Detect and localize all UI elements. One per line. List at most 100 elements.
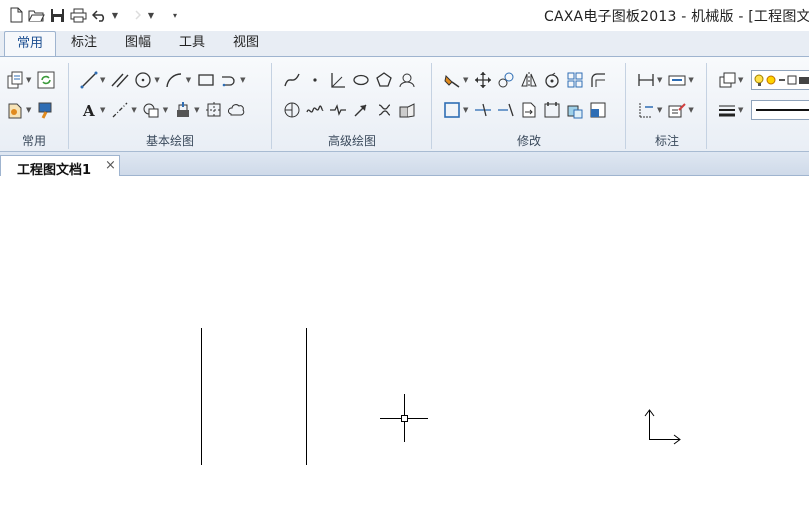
arrow-icon[interactable] [350, 99, 371, 120]
properties-icon[interactable] [4, 69, 25, 90]
centerline-dropdown-arrow[interactable]: ▼ [131, 106, 136, 114]
tab-tools[interactable]: 工具 [168, 31, 216, 55]
polygon-icon[interactable] [373, 69, 394, 90]
explode-icon[interactable] [564, 99, 585, 120]
group-basic-draw: ▼ ▼ ▼ ▼ A ▼ ▼ ▼ ▼ 基本绘图 [70, 57, 270, 151]
group-divider [625, 63, 626, 149]
angle-line-icon[interactable] [327, 69, 348, 90]
dimension-icon[interactable] [635, 69, 656, 90]
tab-drawing-frame[interactable]: 图幅 [114, 31, 162, 55]
stretch-icon[interactable] [518, 99, 539, 120]
line-weight-dropdown-arrow[interactable]: ▼ [738, 106, 743, 114]
text-icon[interactable]: A [78, 99, 99, 120]
polyline-dropdown-arrow[interactable]: ▼ [240, 76, 245, 84]
array-icon[interactable] [564, 69, 585, 90]
fillet-icon[interactable] [587, 69, 608, 90]
break-icon[interactable] [541, 99, 562, 120]
undo-icon[interactable] [90, 5, 109, 25]
format-brush-icon[interactable] [35, 99, 56, 120]
extend-icon[interactable] [495, 99, 516, 120]
block-icon[interactable] [172, 99, 193, 120]
rectangle-icon[interactable] [195, 69, 216, 90]
boundary-icon[interactable] [204, 99, 225, 120]
undo-dropdown-arrow[interactable]: ▼ [111, 11, 119, 20]
delete-eraser-icon[interactable] [441, 69, 462, 90]
group-divider [68, 63, 69, 149]
move-icon[interactable] [472, 69, 493, 90]
ellipse-icon[interactable] [350, 69, 371, 90]
centerline-icon[interactable] [109, 99, 130, 120]
tab-annotate[interactable]: 标注 [60, 31, 108, 55]
layer-manager-dropdown-arrow[interactable]: ▼ [738, 76, 743, 84]
redo-icon[interactable] [121, 5, 145, 25]
properties-dropdown-arrow[interactable]: ▼ [26, 76, 31, 84]
arc-dropdown-arrow[interactable]: ▼ [186, 76, 191, 84]
text-dropdown-arrow[interactable]: ▼ [100, 106, 105, 114]
layer-manager-icon[interactable] [716, 69, 737, 90]
center-mark-icon[interactable] [396, 69, 417, 90]
dimension-style-icon[interactable] [666, 69, 687, 90]
select-dropdown-arrow[interactable]: ▼ [463, 106, 468, 114]
group-divider [271, 63, 272, 149]
block-dropdown-arrow[interactable]: ▼ [194, 106, 199, 114]
group-common: ▼ ▼ 常用 [0, 57, 68, 151]
select-window-icon[interactable] [441, 99, 462, 120]
document-tab-strip: 工程图文档1 × [0, 152, 809, 178]
delete-dropdown-arrow[interactable]: ▼ [463, 76, 468, 84]
coordinate-dimension-dropdown-arrow[interactable]: ▼ [657, 106, 662, 114]
point-icon[interactable] [304, 69, 325, 90]
new-file-icon[interactable] [6, 5, 25, 25]
line-icon[interactable] [78, 69, 99, 90]
parallel-line-icon[interactable] [109, 69, 130, 90]
group-advanced-draw: 高级绘图 [273, 57, 431, 151]
customize-qat-icon[interactable]: ▾ [171, 11, 179, 20]
clipboard-dropdown-arrow[interactable]: ▼ [26, 106, 31, 114]
gear-tooth-icon[interactable] [373, 99, 394, 120]
save-icon[interactable] [48, 5, 67, 25]
group-divider [706, 63, 707, 149]
hole-icon[interactable] [281, 99, 302, 120]
clipboard-icon[interactable] [4, 99, 25, 120]
rotate-icon[interactable] [541, 69, 562, 90]
group-modify: ▼ ▼ 修改 [433, 57, 625, 151]
refresh-icon[interactable] [35, 69, 56, 90]
annotation-edit-dropdown-arrow[interactable]: ▼ [688, 106, 693, 114]
coordinate-dimension-icon[interactable] [635, 99, 656, 120]
trim-icon[interactable] [472, 99, 493, 120]
quick-access-toolbar: ▼ ▼ ▾ [6, 5, 179, 25]
wave-line-icon[interactable] [304, 99, 325, 120]
mirror-icon[interactable] [518, 69, 539, 90]
annotation-edit-icon[interactable] [666, 99, 687, 120]
dimension-style-dropdown-arrow[interactable]: ▼ [688, 76, 693, 84]
circle-dropdown-arrow[interactable]: ▼ [154, 76, 159, 84]
ribbon-panel: ▼ ▼ 常用 ▼ ▼ ▼ ▼ A ▼ ▼ ▼ ▼ 基本绘图 高级绘图 ▼ ▼ 修… [0, 56, 809, 152]
arc-icon[interactable] [164, 69, 185, 90]
copy-icon[interactable] [495, 69, 516, 90]
hatch-dropdown-arrow[interactable]: ▼ [163, 106, 168, 114]
break-line-icon[interactable] [327, 99, 348, 120]
redo-dropdown-arrow[interactable]: ▼ [147, 11, 155, 20]
close-icon[interactable]: × [105, 158, 116, 173]
crosshair-cursor-icon [380, 394, 428, 442]
scale-icon[interactable] [587, 99, 608, 120]
drawing-canvas[interactable] [0, 176, 809, 513]
line-weight-icon[interactable] [716, 99, 737, 120]
polyline-icon[interactable] [218, 69, 239, 90]
line-dropdown-arrow[interactable]: ▼ [100, 76, 105, 84]
print-icon[interactable] [69, 5, 88, 25]
circle-icon[interactable] [132, 69, 153, 90]
open-folder-icon[interactable] [27, 5, 46, 25]
hatch-icon[interactable] [141, 99, 162, 120]
cloud-line-icon[interactable] [227, 99, 248, 120]
group-label-modify: 修改 [516, 134, 541, 148]
title-bar: ▼ ▼ ▾ CAXA电子图板2013 - 机械版 - [工程图文 [0, 0, 809, 31]
document-tab[interactable]: 工程图文档1 × [0, 155, 120, 178]
linetype-selector-dropdown[interactable] [751, 100, 809, 120]
spline-icon[interactable] [281, 69, 302, 90]
layer-selector-dropdown[interactable] [751, 70, 809, 90]
detail-view-icon[interactable] [396, 99, 417, 120]
dimension-dropdown-arrow[interactable]: ▼ [657, 76, 662, 84]
group-divider [431, 63, 432, 149]
tab-view[interactable]: 视图 [222, 31, 270, 55]
tab-common[interactable]: 常用 [4, 31, 56, 57]
